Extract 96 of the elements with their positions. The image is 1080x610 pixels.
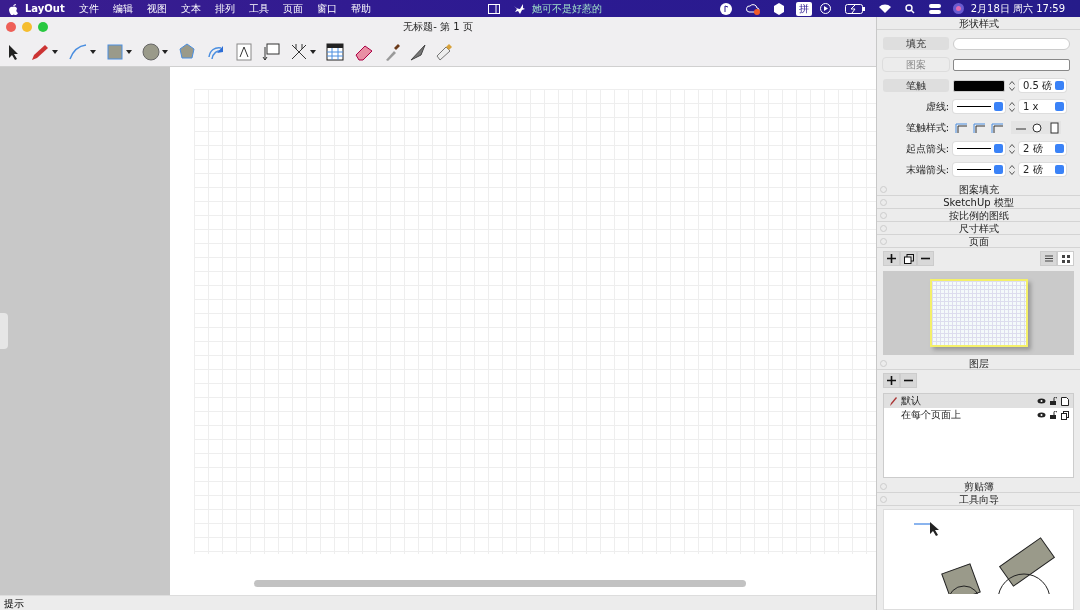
music-note-icon[interactable] [719, 2, 732, 15]
text-box-icon [236, 42, 252, 61]
plus-icon [887, 254, 896, 263]
table-icon [326, 42, 344, 61]
pattern-well[interactable] [953, 58, 1070, 71]
clock-text: 2月18日 周六 17:59 [969, 1, 1066, 16]
battery-icon [844, 3, 865, 14]
siri-icon[interactable] [952, 3, 964, 14]
stepper[interactable] [1009, 100, 1015, 113]
panel-header[interactable]: 剪贴簿 [877, 480, 1080, 493]
menu-item[interactable]: 页面 [275, 1, 310, 16]
pencil-icon [890, 396, 897, 406]
caret-icon [162, 49, 168, 54]
caret-icon [126, 49, 132, 54]
menu-item[interactable]: 排列 [207, 1, 242, 16]
dash-select[interactable] [953, 100, 1005, 113]
style-toggle[interactable]: 填充 [883, 37, 949, 50]
search-icon[interactable] [904, 3, 915, 14]
label-icon [262, 42, 280, 61]
eyedropper-icon [384, 42, 400, 61]
hexagon-icon[interactable] [773, 2, 784, 15]
menu-item[interactable]: 帮助 [343, 1, 378, 16]
input-method-indicator[interactable]: 拼 [795, 1, 812, 16]
remove-page-button[interactable] [917, 251, 934, 266]
panel-header[interactable]: 按比例的图纸 [877, 209, 1080, 222]
field-label: 笔触样式: [904, 120, 949, 135]
layer-row[interactable]: 默认 [884, 394, 1073, 408]
cloud-icon[interactable] [745, 2, 760, 15]
arc-icon [68, 42, 88, 61]
app-menu[interactable]: LayOut [18, 3, 72, 14]
close-button[interactable] [6, 22, 16, 32]
now-playing-text: 她可不是好惹的 [531, 1, 604, 16]
menu-item[interactable]: 编辑 [105, 1, 140, 16]
panel-header[interactable]: 图案填充 [877, 183, 1080, 196]
list-icon [1044, 255, 1053, 262]
apple-logo-icon[interactable] [8, 2, 18, 15]
pencil-icon [30, 42, 50, 61]
plus-icon [887, 376, 896, 385]
panel-header[interactable]: 页面 [877, 235, 1080, 248]
menu-item[interactable]: 文本 [173, 1, 208, 16]
arrow-size-select[interactable]: 2 磅 [1019, 163, 1066, 176]
panel-header[interactable]: 图层 [877, 357, 1080, 370]
eye-icon [1037, 398, 1046, 404]
panel-header[interactable]: SketchUp 模型 [877, 196, 1080, 209]
glue-bottle-icon [436, 42, 454, 61]
play-icon[interactable] [819, 3, 831, 14]
list-view-button[interactable] [1040, 251, 1057, 266]
duplicate-icon [903, 253, 914, 264]
caret-icon [52, 49, 58, 54]
menu-item[interactable]: 文件 [71, 1, 106, 16]
unlocked-padlock-icon [1050, 397, 1057, 405]
field-label: 虚线: [924, 99, 949, 114]
menu-item[interactable]: 视图 [139, 1, 174, 16]
arrow-cursor-icon [8, 43, 20, 60]
panel-header[interactable]: 尺寸样式 [877, 222, 1080, 235]
panel-header[interactable]: 工具向导 [877, 493, 1080, 506]
field-label: 末端箭头: [904, 162, 949, 177]
panel-header[interactable]: 形状样式 [877, 17, 1080, 30]
wifi-icon[interactable] [878, 4, 891, 13]
window-title: 无标题- 第 1 页 [402, 20, 474, 34]
caret-icon [90, 49, 96, 54]
color-well[interactable] [953, 79, 1005, 92]
field-label: 起点箭头: [904, 141, 949, 156]
duplicate-page-button[interactable] [900, 251, 917, 266]
remove-layer-button[interactable] [900, 373, 917, 388]
arrow-select[interactable] [953, 163, 1005, 176]
stepper[interactable] [1009, 79, 1015, 92]
circle-icon [142, 42, 160, 61]
stroke-width-select[interactable]: 0.5 磅 [1019, 79, 1066, 92]
eye-icon [1037, 412, 1046, 418]
menu-item[interactable]: 窗口 [309, 1, 344, 16]
sidebar-handle[interactable] [0, 313, 8, 349]
stepper[interactable] [1009, 163, 1015, 176]
arrow-size-select[interactable]: 2 磅 [1019, 142, 1066, 155]
join-style-icons[interactable] [1011, 121, 1061, 134]
add-layer-button[interactable] [883, 373, 900, 388]
style-toggle[interactable]: 笔触 [883, 79, 949, 92]
arrow-select[interactable] [953, 142, 1005, 155]
grid-icon [1061, 254, 1070, 263]
rectangle-icon [106, 42, 124, 61]
stepper[interactable] [1009, 142, 1015, 155]
unlocked-padlock-icon [1050, 411, 1057, 419]
grid-view-button[interactable] [1057, 251, 1074, 266]
control-center-icon[interactable] [928, 3, 941, 14]
knife-icon [410, 42, 426, 61]
menu-item[interactable]: 工具 [241, 1, 276, 16]
bird-icon[interactable] [514, 3, 526, 14]
dash-scale-select[interactable]: 1 x [1019, 100, 1066, 113]
scrollbar-thumb[interactable] [254, 580, 746, 587]
sidebar-icon[interactable] [488, 3, 501, 14]
page-thumbnail[interactable] [929, 279, 1028, 347]
add-page-button[interactable] [883, 251, 900, 266]
caret-icon [310, 49, 316, 54]
polygon-icon [178, 42, 196, 61]
status-text: 提示 [0, 595, 876, 610]
dimension-icon [290, 42, 308, 61]
